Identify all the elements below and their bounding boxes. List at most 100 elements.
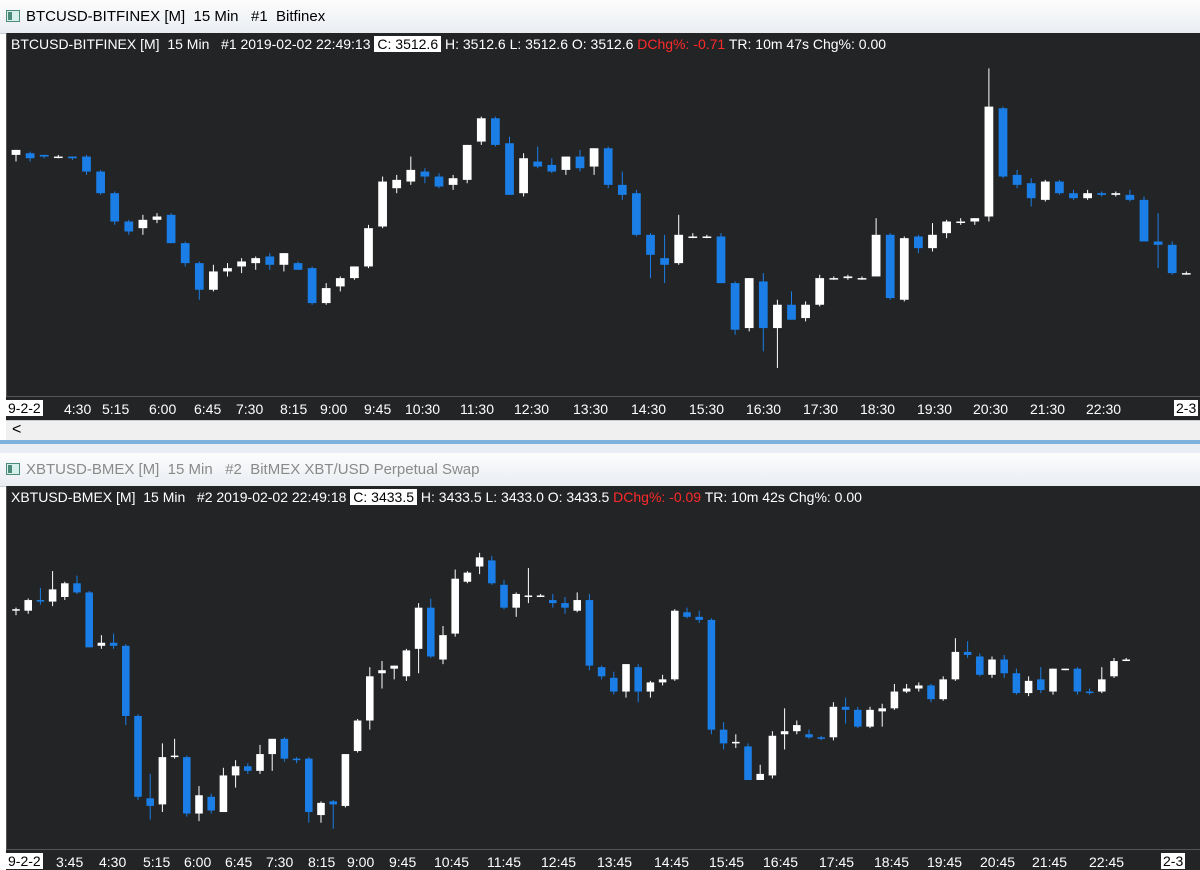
candle-body <box>658 679 667 683</box>
candle-body <box>756 773 764 780</box>
axis-tick-label: 9:00 <box>320 401 348 417</box>
candle <box>646 233 655 279</box>
axis-tick-label: 15:30 <box>689 401 725 417</box>
axis-tick-label: 20:45 <box>980 854 1016 870</box>
candle-body <box>963 651 972 655</box>
candle <box>744 743 752 780</box>
candle-body <box>915 685 923 689</box>
candle <box>758 273 768 352</box>
candle-body <box>82 156 91 172</box>
candle-body <box>158 757 167 805</box>
window-title-bar[interactable]: XBTUSD-BMEX [M] 15 Min #2 BitMEX XBT/USD… <box>0 453 1200 487</box>
candle-body <box>547 164 557 172</box>
candle-body <box>390 665 398 669</box>
candle-body <box>732 741 740 744</box>
candle <box>183 755 191 817</box>
candle <box>573 592 581 613</box>
candle-body <box>268 738 276 755</box>
candle-body <box>589 148 599 167</box>
candle <box>48 571 57 607</box>
candle-body <box>96 171 105 194</box>
axis-tick-label: 4:30 <box>64 401 92 417</box>
candle-body <box>138 219 148 229</box>
candle <box>1181 271 1191 275</box>
candle-body <box>758 281 768 329</box>
horizontal-scrollbar[interactable]: < <box>6 420 1200 441</box>
candle-body <box>632 193 641 235</box>
candle <box>82 154 91 175</box>
candle <box>805 729 813 739</box>
candle-body <box>998 108 1008 177</box>
candle <box>194 261 204 300</box>
chart-window-icon <box>6 463 20 475</box>
axis-tick-label: 6:45 <box>194 401 222 417</box>
candle-body <box>815 278 825 305</box>
candle-body <box>780 731 789 735</box>
candle-body <box>402 650 411 677</box>
candle <box>335 276 345 292</box>
axis-tick-label: 4:30 <box>99 854 127 870</box>
candle <box>589 148 599 175</box>
candle <box>378 661 386 689</box>
candle-body <box>364 228 373 267</box>
candle <box>634 664 642 703</box>
candle-body <box>1069 193 1078 199</box>
candle-body <box>414 607 423 649</box>
candle <box>195 786 203 822</box>
axis-tick-label: 5:15 <box>102 401 130 417</box>
candle-body <box>801 304 810 319</box>
candle <box>402 648 411 681</box>
chart-plot-area[interactable]: BTCUSD-BITFINEX [M] 15 Min #1 2019-02-02… <box>6 33 1200 396</box>
candle-body <box>317 802 325 816</box>
candle-body <box>350 266 359 279</box>
candle-body <box>603 148 613 185</box>
candlestick-chart[interactable] <box>7 33 1200 396</box>
candle <box>209 264 218 292</box>
candle <box>1069 189 1078 200</box>
candle-body <box>1073 668 1082 692</box>
axis-tick-label: 6:00 <box>149 401 177 417</box>
time-axis[interactable]: 9-2-2 2-3 4:30 5:15 6:00 6:45 7:30 8:15 9:00 9:… <box>6 396 1200 421</box>
candle-body <box>1153 241 1163 245</box>
candle-body <box>406 169 416 182</box>
candle-body <box>24 600 32 611</box>
candle-body <box>25 153 35 159</box>
candle-body <box>512 593 520 608</box>
axis-tick-label: 8:15 <box>308 854 336 870</box>
candle-body <box>392 179 402 189</box>
candle <box>1037 667 1045 694</box>
candle <box>603 146 613 189</box>
candlestick-chart[interactable] <box>7 486 1200 849</box>
candle-body <box>1026 183 1036 199</box>
candle <box>366 667 374 730</box>
candle-body <box>1111 193 1121 195</box>
candle <box>463 571 472 584</box>
time-axis[interactable]: 9-2-2 2-3 3:45 4:30 5:15 6:00 6:45 7:30 8:15 9:… <box>6 849 1200 870</box>
candle-body <box>854 709 862 727</box>
candle-body <box>744 278 754 329</box>
candle-body <box>265 256 275 265</box>
candle <box>854 706 862 729</box>
axis-tick-label: 16:30 <box>746 401 782 417</box>
candle <box>353 719 362 753</box>
candle <box>988 656 996 678</box>
candle <box>307 266 317 305</box>
scroll-left-arrow-icon[interactable]: < <box>12 421 21 439</box>
candle-body <box>536 595 545 597</box>
candle-body <box>1000 659 1008 674</box>
candle-body <box>617 184 627 195</box>
candle <box>39 154 49 159</box>
chart-plot-area[interactable]: XBTUSD-BMEX [M] 15 Min #2 2019-02-02 22:… <box>6 486 1200 849</box>
candle-body <box>561 603 569 608</box>
candle <box>998 106 1008 179</box>
candle-body <box>68 156 77 159</box>
candle <box>392 174 402 194</box>
candle <box>293 261 303 270</box>
candle-body <box>970 218 980 222</box>
window-title-bar[interactable]: BTCUSD-BITFINEX [M] 15 Min #1 Bitfinex <box>0 0 1200 34</box>
candle <box>1073 667 1082 695</box>
candle <box>939 676 947 701</box>
candle-body <box>448 178 458 185</box>
candle-body <box>634 667 642 692</box>
chart-window-xbtusd: XBTUSD-BMEX [M] 15 Min #2 BitMEX XBT/USD… <box>0 453 1200 870</box>
